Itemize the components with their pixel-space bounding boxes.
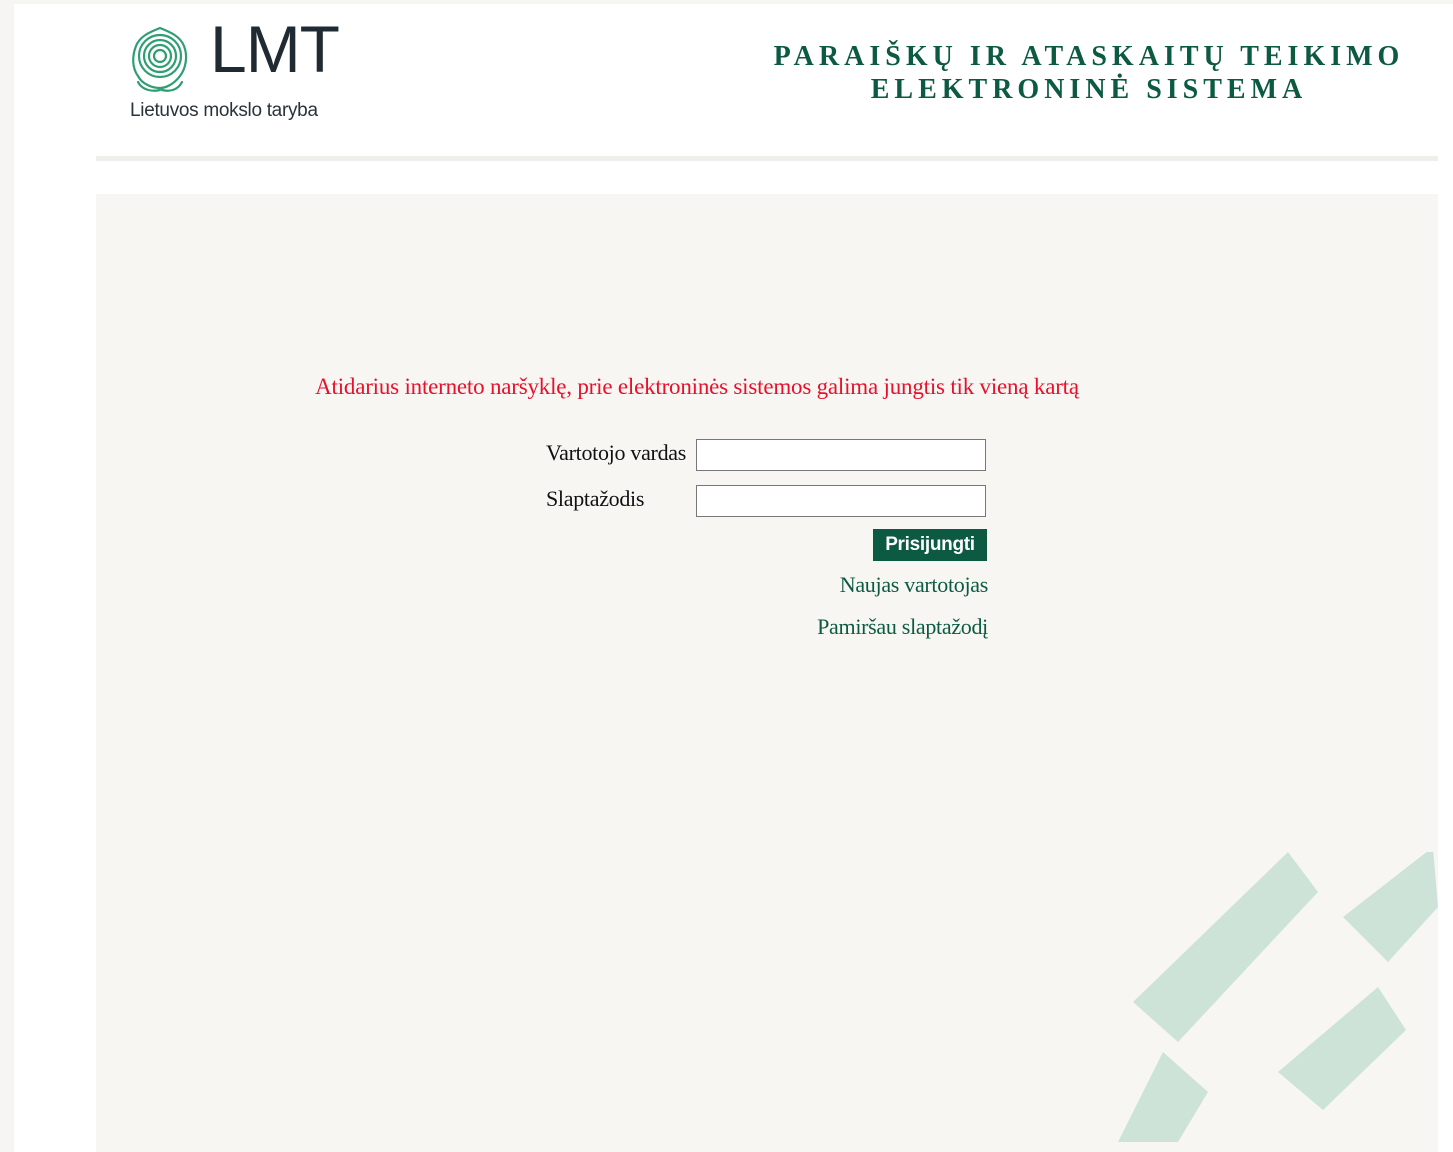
password-label: Slaptažodis [546, 486, 645, 511]
logo-text: LMT [210, 12, 340, 86]
system-title-line-1: PARAIŠKŲ IR ATASKAITŲ TEIKIMO [773, 41, 1405, 72]
header-divider [96, 156, 1438, 161]
new-user-link[interactable]: Naujas vartotojas [840, 572, 989, 598]
diagonal-stripes-decoration [1118, 852, 1438, 1142]
system-title: PARAIŠKŲ IR ATASKAITŲ TEIKIMO ELEKTRONIN… [744, 40, 1434, 106]
username-label: Vartotojo vardas [546, 440, 686, 465]
username-input[interactable] [696, 439, 986, 471]
logo-subtitle: Lietuvos mokslo taryba [130, 100, 318, 121]
login-panel: Atidarius interneto naršyklę, prie elekt… [96, 194, 1438, 1152]
session-warning: Atidarius interneto naršyklę, prie elekt… [315, 374, 1079, 399]
page: LMT Lietuvos mokslo taryba PARAIŠKŲ IR A… [14, 4, 1453, 1152]
login-button[interactable]: Prisijungti [873, 529, 987, 561]
system-title-line-2: ELEKTRONINĖ SISTEMA [870, 74, 1308, 105]
password-input[interactable] [696, 485, 986, 517]
lmt-logo[interactable]: LMT Lietuvos mokslo taryba [130, 16, 360, 132]
lmt-rosette-icon [132, 26, 188, 92]
forgot-password-link[interactable]: Pamiršau slaptažodį [817, 614, 988, 640]
